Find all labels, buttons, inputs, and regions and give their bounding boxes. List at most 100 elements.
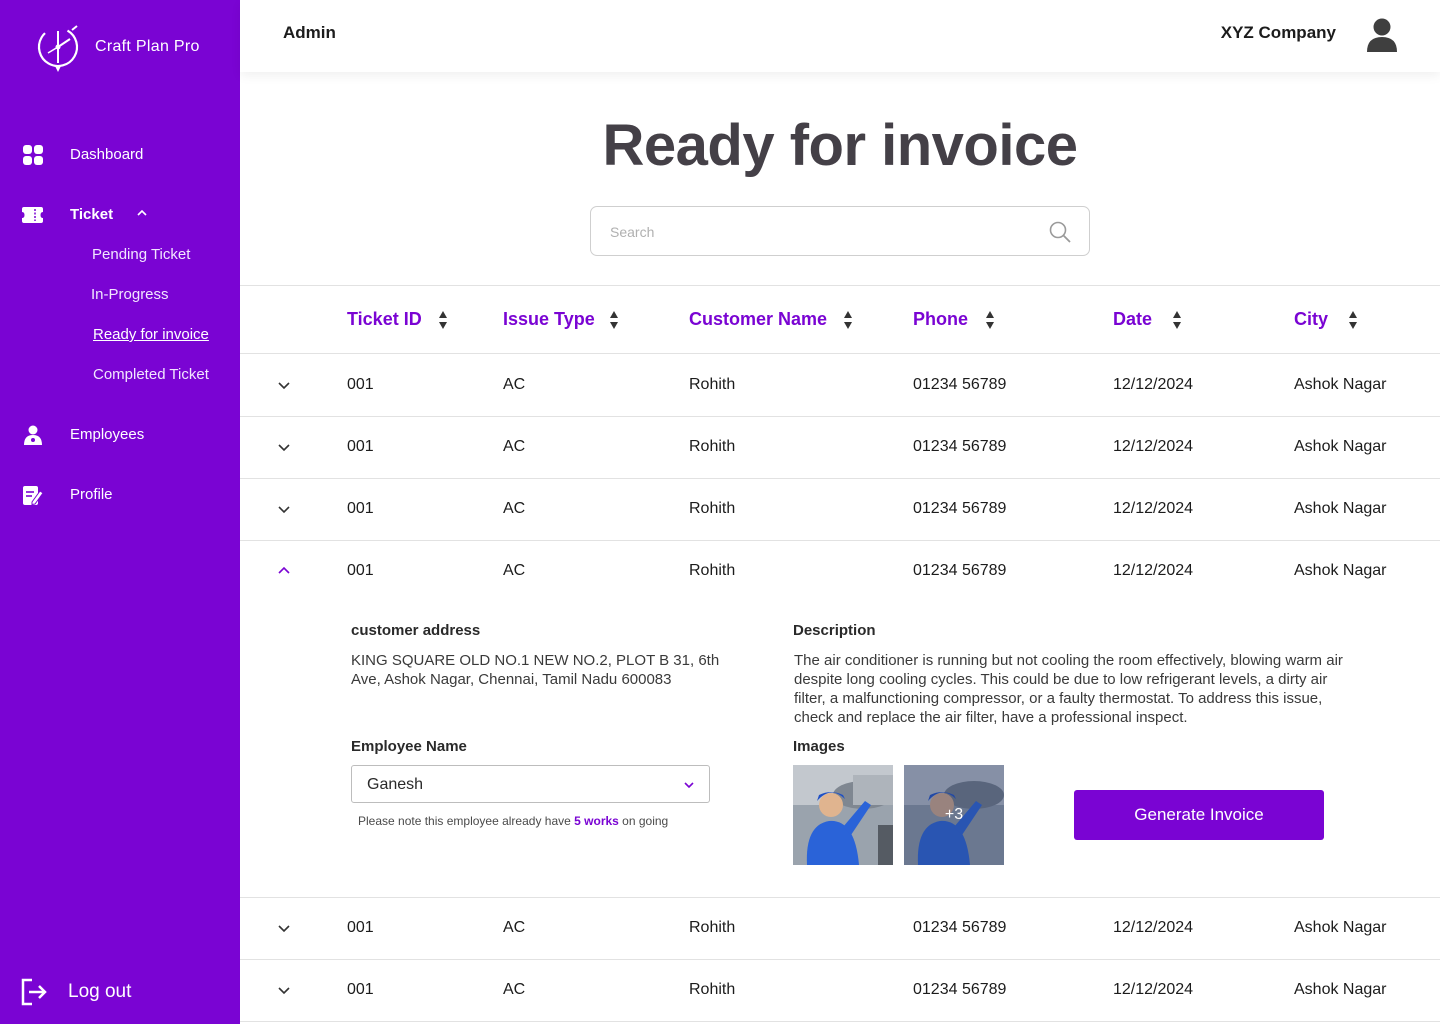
sidebar-subitem-pending-ticket[interactable]: Pending Ticket bbox=[92, 246, 190, 263]
company-name: XYZ Company bbox=[1220, 23, 1336, 42]
sidebar-subitem-completed-ticket[interactable]: Completed Ticket bbox=[93, 366, 209, 383]
chevron-down-icon[interactable] bbox=[277, 440, 291, 454]
table-row[interactable]: 001 AC Rohith 01234 56789 12/12/2024 Ash… bbox=[240, 960, 1440, 1022]
table-row[interactable]: 001 AC Rohith 01234 56789 12/12/2024 Ash… bbox=[240, 898, 1440, 960]
ticket-icon bbox=[22, 204, 43, 225]
cell-date: 12/12/2024 bbox=[1113, 919, 1194, 936]
employee-name-label: Employee Name bbox=[351, 738, 467, 755]
chevron-down-icon[interactable] bbox=[277, 378, 291, 392]
cell-customer-name: Rohith bbox=[689, 562, 736, 579]
clock-compass-logo-icon bbox=[37, 25, 79, 72]
cell-date: 12/12/2024 bbox=[1113, 438, 1194, 455]
more-images-count: +3 bbox=[904, 765, 1004, 865]
cell-ticket-id: 001 bbox=[347, 919, 374, 936]
description-line-2: despite long cooling cycles. This could … bbox=[794, 671, 1328, 688]
cell-phone: 01234 56789 bbox=[913, 438, 1007, 455]
customer-address-line-2: Ave, Ashok Nagar, Chennai, Tamil Nadu 60… bbox=[351, 671, 672, 688]
chevron-down-icon[interactable] bbox=[277, 921, 291, 935]
cell-issue-type: AC bbox=[503, 438, 526, 455]
cell-city: Ashok Nagar bbox=[1294, 562, 1387, 579]
cell-customer-name: Rohith bbox=[689, 919, 736, 936]
customer-address-line-1: KING SQUARE OLD NO.1 NEW NO.2, PLOT B 31… bbox=[351, 652, 720, 669]
sidebar-subitem-in-progress[interactable]: In-Progress bbox=[91, 286, 169, 303]
sidebar-item-label: Profile bbox=[70, 486, 113, 503]
cell-issue-type: AC bbox=[503, 562, 526, 579]
search-box bbox=[590, 206, 1090, 256]
cell-date: 12/12/2024 bbox=[1113, 500, 1194, 517]
description-line-1: The air conditioner is running but not c… bbox=[794, 652, 1343, 669]
column-header-phone[interactable]: Phone bbox=[913, 309, 968, 330]
app-logo[interactable]: Craft Plan Pro bbox=[36, 22, 200, 72]
cell-city: Ashok Nagar bbox=[1294, 919, 1387, 936]
cell-city: Ashok Nagar bbox=[1294, 376, 1387, 393]
sidebar-item-label: Ticket bbox=[70, 206, 114, 223]
cell-customer-name: Rohith bbox=[689, 438, 736, 455]
chevron-up-icon[interactable] bbox=[136, 207, 148, 219]
issue-image-more-thumbnail[interactable]: +3 bbox=[904, 765, 1004, 865]
search-input[interactable] bbox=[610, 221, 1030, 243]
cell-ticket-id: 001 bbox=[347, 376, 374, 393]
cell-issue-type: AC bbox=[503, 919, 526, 936]
sort-icon[interactable] bbox=[609, 310, 619, 330]
employee-workload-note: Please note this employee already have 5… bbox=[358, 814, 668, 828]
cell-city: Ashok Nagar bbox=[1294, 438, 1387, 455]
customer-address-label: customer address bbox=[351, 622, 481, 639]
column-header-ticket-id[interactable]: Ticket ID bbox=[347, 309, 422, 330]
sort-icon[interactable] bbox=[985, 310, 995, 330]
description-line-3: filter, a malfunctioning compressor, or … bbox=[794, 690, 1323, 707]
employee-select-value: Ganesh bbox=[367, 776, 424, 793]
table-row-expanded[interactable]: 001 AC Rohith 01234 56789 12/12/2024 Ash… bbox=[240, 541, 1440, 898]
cell-date: 12/12/2024 bbox=[1113, 981, 1194, 998]
cell-customer-name: Rohith bbox=[689, 500, 736, 517]
column-header-date[interactable]: Date bbox=[1113, 309, 1152, 330]
cell-phone: 01234 56789 bbox=[913, 562, 1007, 579]
generate-invoice-button[interactable]: Generate Invoice bbox=[1074, 790, 1324, 840]
table-row[interactable]: 001 AC Rohith 01234 56789 12/12/2024 Ash… bbox=[240, 417, 1440, 479]
column-header-city[interactable]: City bbox=[1294, 309, 1328, 330]
sidebar-item-dashboard[interactable]: Dashboard bbox=[22, 144, 143, 165]
logout-label: Log out bbox=[68, 981, 132, 1002]
column-label: Ticket ID bbox=[347, 309, 422, 329]
user-avatar-icon[interactable] bbox=[1366, 18, 1398, 52]
technician-photo-icon bbox=[793, 765, 893, 865]
table-row[interactable]: 001 AC Rohith 01234 56789 12/12/2024 Ash… bbox=[240, 355, 1440, 417]
sidebar-item-label: Dashboard bbox=[70, 146, 144, 163]
sidebar-item-profile[interactable]: Profile bbox=[22, 484, 113, 505]
sort-icon[interactable] bbox=[843, 310, 853, 330]
cell-customer-name: Rohith bbox=[689, 376, 736, 393]
search-icon[interactable] bbox=[1049, 221, 1071, 243]
column-header-customer-name[interactable]: Customer Name bbox=[689, 309, 827, 330]
main-content: Ready for invoice Ticket ID Issue Type C… bbox=[240, 72, 1440, 1024]
logout-button[interactable]: Log out bbox=[20, 978, 131, 1006]
sidebar-item-label: Employees bbox=[70, 426, 145, 443]
cell-phone: 01234 56789 bbox=[913, 981, 1007, 998]
column-label: Date bbox=[1113, 309, 1153, 329]
table-row[interactable]: 001 AC Rohith 01234 56789 12/12/2024 Ash… bbox=[240, 479, 1440, 541]
issue-image-thumbnail[interactable] bbox=[793, 765, 893, 865]
description-line-4: check and replace the air filter, have a… bbox=[794, 709, 1188, 726]
cell-date: 12/12/2024 bbox=[1113, 562, 1194, 579]
employee-select[interactable]: Ganesh bbox=[351, 765, 710, 803]
column-label: Phone bbox=[913, 309, 969, 329]
sort-icon[interactable] bbox=[1172, 310, 1182, 330]
cell-ticket-id: 001 bbox=[347, 500, 374, 517]
column-label: Issue Type bbox=[503, 309, 595, 329]
sidebar-subitem-ready-for-invoice[interactable]: Ready for invoice bbox=[93, 326, 209, 343]
cell-ticket-id: 001 bbox=[347, 562, 374, 579]
page-title: Ready for invoice bbox=[602, 113, 1078, 178]
employee-icon bbox=[22, 424, 43, 445]
chevron-down-icon[interactable] bbox=[277, 983, 291, 997]
chevron-up-icon[interactable] bbox=[277, 564, 291, 578]
cell-customer-name: Rohith bbox=[689, 981, 736, 998]
sidebar-item-ticket[interactable]: Ticket bbox=[22, 204, 147, 225]
sort-icon[interactable] bbox=[438, 310, 448, 330]
cell-phone: 01234 56789 bbox=[913, 376, 1007, 393]
top-bar: Admin XYZ Company bbox=[240, 0, 1440, 72]
column-header-issue-type[interactable]: Issue Type bbox=[503, 309, 595, 330]
sidebar-item-employees[interactable]: Employees bbox=[22, 424, 144, 445]
table-header: Ticket ID Issue Type Customer Name Phone… bbox=[240, 286, 1440, 354]
column-label: Customer Name bbox=[689, 309, 828, 329]
sort-icon[interactable] bbox=[1348, 310, 1358, 330]
chevron-down-icon[interactable] bbox=[277, 502, 291, 516]
images-label: Images bbox=[793, 738, 845, 755]
